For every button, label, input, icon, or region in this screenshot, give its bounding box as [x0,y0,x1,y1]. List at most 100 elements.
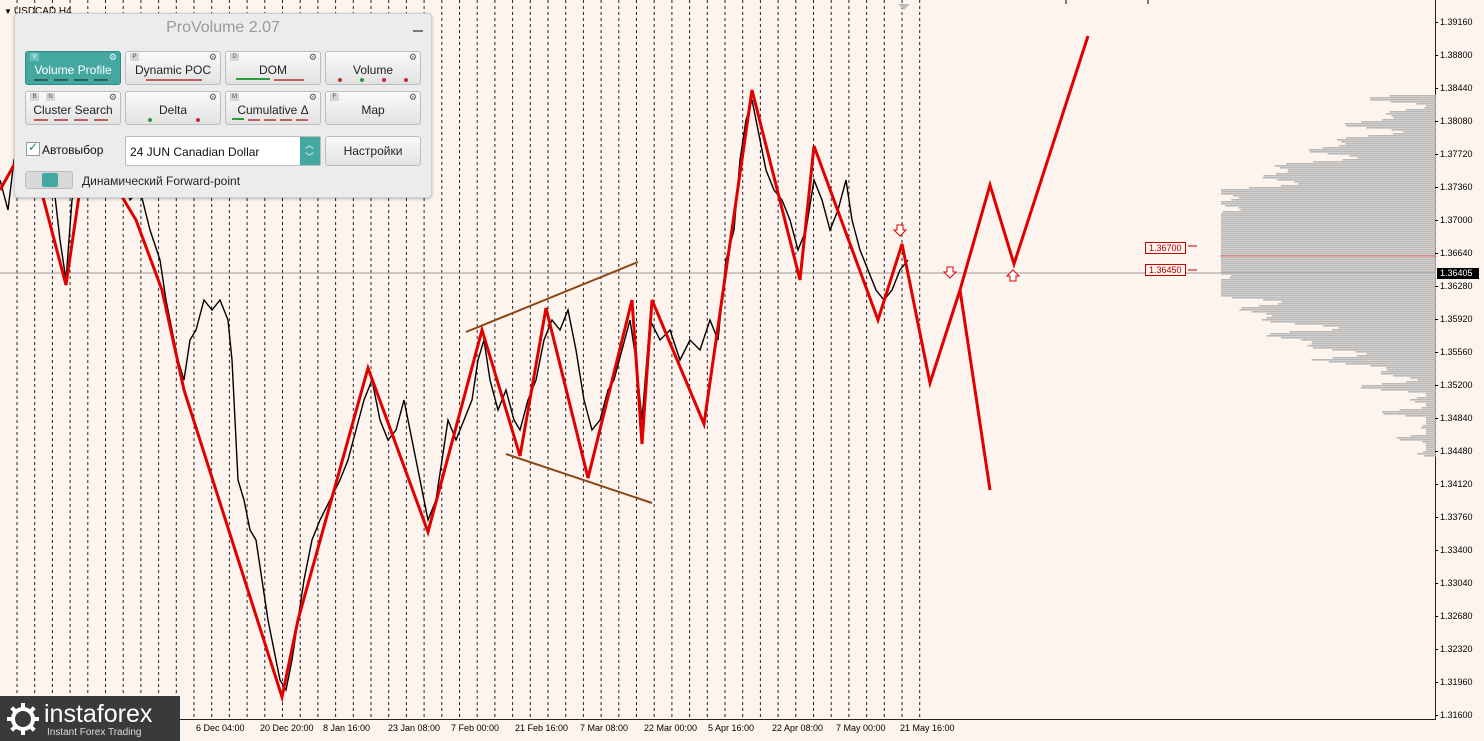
indicator-line [232,118,244,120]
volume-profile-bar [1269,333,1436,335]
forward-point-toggle[interactable] [25,171,73,189]
volume-profile-bar [1426,429,1436,431]
auto-select-label: Автовыбор [42,143,104,157]
volume-profile-bar [1221,235,1436,237]
volume-button[interactable]: ⚙ Volume [325,51,421,85]
volume-profile-bar [1232,195,1436,197]
dropdown-arrow-icon[interactable]: ▼ [4,7,12,16]
volume-profile-bar [1294,323,1436,325]
instaforex-logo-icon [7,703,39,735]
volume-profile-bar [1366,353,1436,355]
volume-profile-bar [1221,229,1436,231]
volume-profile-bar [1275,173,1436,175]
volume-profile-bar [1410,377,1436,379]
price-tick-label: 1.38440 [1435,83,1473,93]
contract-select[interactable]: 24 JUN Canadian Dollar ︿ ﹀ [125,136,321,166]
volume-profile-bar [1405,109,1436,111]
volume-profile-bar [1355,351,1436,353]
volume-profile-bar [1251,311,1436,313]
chevron-down-icon[interactable]: ﹀ [305,152,314,162]
hotkey-badge: B [30,93,39,101]
zigzag-projection-line [958,35,1090,291]
price-tick-label: 1.33400 [1435,545,1473,555]
volume-profile-bar [1421,407,1436,409]
gear-icon[interactable]: ⚙ [109,52,117,62]
volume-profile-bar [1221,237,1436,239]
indicator-dash [94,79,108,81]
volume-profile-bar [1276,179,1436,181]
indicator-dash [34,79,48,81]
forward-point-label: Динамический Forward-point [82,174,241,188]
time-tick-label: 8 Jan 16:00 [323,723,371,733]
volume-profile-bar [1274,165,1436,167]
dynamic-poc-button[interactable]: P ⚙ Dynamic POC [125,51,221,85]
contract-spinner[interactable]: ︿ ﹀ [300,137,320,165]
volume-profile-bar [1389,95,1436,97]
volume-profile-bar [1313,347,1436,349]
volume-profile-bar [1417,453,1436,455]
volume-profile-bar [1239,309,1436,311]
volume-profile-bar [1238,207,1436,209]
settings-button[interactable]: Настройки [325,136,421,166]
gear-icon[interactable]: ⚙ [309,92,317,102]
gear-icon[interactable]: ⚙ [209,92,217,102]
sell-arrow-icon [942,266,958,279]
gear-icon[interactable]: ⚙ [109,92,117,102]
volume-profile-bar [1349,155,1436,157]
volume-profile-bar [1380,389,1436,391]
volume-profile-bar [1221,217,1436,219]
volume-profile-bar [1391,129,1436,131]
gear-icon[interactable]: ⚙ [409,52,417,62]
volume-profile-bar [1426,421,1436,423]
hotkey-badge: D [230,53,239,61]
indicator-dash [248,119,260,121]
time-tick-label: 20 Dec 20:00 [260,723,314,733]
price-tick-label: 1.36640 [1435,248,1473,258]
dom-button[interactable]: D ⚙ DOM [225,51,321,85]
volume-profile-bar [1426,403,1436,405]
volume-profile-bar [1406,381,1436,383]
volume-profile-bar [1221,241,1436,243]
volume-profile-bar [1266,313,1436,315]
gear-icon[interactable]: ⚙ [209,52,217,62]
volume-profile-bar [1332,349,1436,351]
volume-profile-bar [1327,153,1436,155]
map-button[interactable]: F ⚙ Map [325,91,421,125]
price-tick-label: 1.33040 [1435,578,1473,588]
volume-profile-bar [1414,401,1436,403]
indicator-dot [338,78,342,82]
time-tick-label: 6 Dec 04:00 [196,723,245,733]
volume-profile-bar [1345,137,1436,139]
volume-profile-bar [1426,433,1436,435]
indicator-dot [148,118,152,122]
chevron-up-icon[interactable]: ︿ [305,140,314,150]
volume-profile-bar [1313,161,1436,163]
volume-profile-button[interactable]: V ⚙ Volume Profile [25,51,121,85]
volume-profile-bar [1221,253,1436,255]
auto-select-checkbox[interactable] [26,140,40,156]
time-tick-label: 7 May 00:00 [836,723,886,733]
minimize-icon[interactable] [413,22,423,32]
indicator-dot [404,78,408,82]
volume-profile-bar [1383,413,1436,415]
button-label: Delta [158,103,187,117]
volume-profile-bar [1308,149,1436,151]
gear-icon[interactable]: ⚙ [409,92,417,102]
volume-profile-bar [1266,335,1436,337]
volume-profile-bar [1408,391,1436,393]
volume-profile-bar [1382,411,1436,413]
volume-profile-bar [1298,183,1436,185]
volume-profile-bar [1279,167,1436,169]
delta-button[interactable]: ⚙ Delta [125,91,221,125]
volume-profile-bar [1221,223,1436,225]
indicator-dash [54,119,68,121]
cumulative-delta-button[interactable]: M ⚙ Cumulative Δ [225,91,321,125]
volume-profile-bar [1286,163,1436,165]
volume-profile-bar [1221,261,1436,263]
cluster-search-button[interactable]: B N ⚙ Cluster Search [25,91,121,125]
volume-profile-bar [1338,145,1436,147]
volume-profile-bar [1248,187,1436,189]
volume-profile-bar [1221,259,1436,261]
gear-icon[interactable]: ⚙ [309,52,317,62]
volume-profile-bar [1389,111,1436,113]
